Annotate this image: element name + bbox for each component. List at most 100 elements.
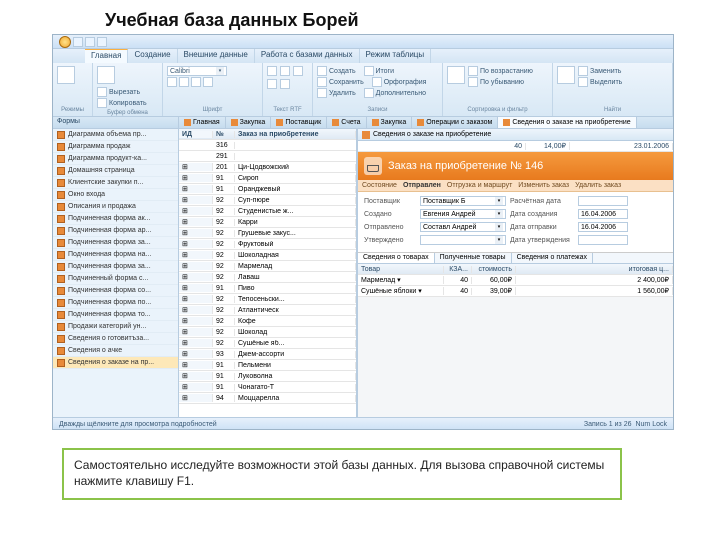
table-row[interactable]: ⊞91Оранджевый xyxy=(179,184,356,195)
underline-icon[interactable] xyxy=(191,77,201,87)
nav-item[interactable]: Подчиненный форма с... xyxy=(53,273,178,285)
tb-edit-button[interactable]: Изменить заказ xyxy=(518,182,569,189)
cut-icon[interactable] xyxy=(97,87,107,97)
nav-item[interactable]: Домашняя страница xyxy=(53,165,178,177)
nav-item[interactable]: Окно входа xyxy=(53,189,178,201)
ribbon-tab-external[interactable]: Внешние данные xyxy=(178,49,255,63)
table-row[interactable]: ⊞92Тепосеньски... xyxy=(179,294,356,305)
filter-icon[interactable] xyxy=(447,66,465,84)
italic-icon[interactable] xyxy=(179,77,189,87)
document-tab[interactable]: Операции с заказом xyxy=(412,117,498,128)
nav-item[interactable]: Подчиненная форма ак... xyxy=(53,213,178,225)
new-icon[interactable] xyxy=(317,66,327,76)
table-row[interactable]: ⊞92Мармелад xyxy=(179,261,356,272)
bullets-icon[interactable] xyxy=(280,79,290,89)
table-row[interactable]: ⊞92Шоколадная xyxy=(179,250,356,261)
table-row[interactable]: 291 xyxy=(179,151,356,162)
office-orb[interactable] xyxy=(59,36,71,48)
save-icon[interactable] xyxy=(317,77,327,87)
table-row[interactable]: ⊞92Лаваш xyxy=(179,272,356,283)
delete-icon[interactable] xyxy=(317,88,327,98)
nav-item[interactable]: Диаграмма продаж xyxy=(53,141,178,153)
dcreate-input[interactable]: 16.04.2006 xyxy=(578,209,628,219)
table-row[interactable]: ⊞92Суп-пюре xyxy=(179,195,356,206)
nav-header[interactable]: Формы xyxy=(53,117,178,129)
document-tab[interactable]: Закупка xyxy=(367,117,413,128)
sent-select[interactable]: Составл Андрей▾ xyxy=(420,222,506,232)
subtab-payments[interactable]: Сведения о платежах xyxy=(512,253,593,263)
nav-item[interactable]: Описания и продажа xyxy=(53,201,178,213)
nav-item[interactable]: Подчиненная форма за... xyxy=(53,237,178,249)
table-row[interactable]: ⊞201Ци-Цодвожский xyxy=(179,162,356,173)
view-icon[interactable] xyxy=(57,66,75,84)
nav-item[interactable]: Подчиненная форма на... xyxy=(53,249,178,261)
subtab-received[interactable]: Полученные товары xyxy=(435,253,512,263)
table-row[interactable]: ⊞91Пельмени xyxy=(179,360,356,371)
document-tab[interactable]: Поставщик xyxy=(271,117,327,128)
font-name-select[interactable]: Calibri▾ xyxy=(167,66,227,76)
more-icon[interactable] xyxy=(364,88,374,98)
copy-icon[interactable] xyxy=(97,98,107,108)
align-left-icon[interactable] xyxy=(267,66,277,76)
created-select[interactable]: Евгения Андрей▾ xyxy=(420,209,506,219)
tb-delete-button[interactable]: Удалить заказ xyxy=(575,182,621,189)
chevron-down-icon[interactable]: ▾ xyxy=(495,197,503,205)
document-tab[interactable]: Сведения о заказе на приобретение xyxy=(498,117,636,128)
list-item[interactable]: Мармелад ▾4060,00₽2 400,00₽ xyxy=(358,275,673,286)
table-row[interactable]: ⊞92Фруктовый xyxy=(179,239,356,250)
table-row[interactable]: ⊞94Моццарелла xyxy=(179,393,356,404)
table-row[interactable]: ⊞91Сироп xyxy=(179,173,356,184)
ribbon-tab-dbtools[interactable]: Работа с базами данных xyxy=(255,49,360,63)
replace-icon[interactable] xyxy=(578,66,588,76)
supplier-select[interactable]: Поставщик Б▾ xyxy=(420,196,506,206)
tb-shipping-button[interactable]: Отгрузка и маршрут xyxy=(447,182,512,189)
nav-item[interactable]: Подчиненная форма со... xyxy=(53,285,178,297)
record-navigator[interactable]: Запись 1 из 26 xyxy=(584,421,632,428)
dsent-input[interactable]: 16.04.2006 xyxy=(578,222,628,232)
nav-item[interactable]: Подчиненная форма по... xyxy=(53,297,178,309)
list-item[interactable]: Сушёные яблоки ▾4039,00₽1 560,00₽ xyxy=(358,286,673,297)
approved-select[interactable]: ▾ xyxy=(420,235,506,245)
table-row[interactable]: ⊞91Пиво xyxy=(179,283,356,294)
document-tab[interactable]: Закупка xyxy=(226,117,272,128)
sort-desc-icon[interactable] xyxy=(468,77,478,87)
document-tab[interactable]: Счета xyxy=(327,117,366,128)
nav-item[interactable]: Сведения о готовитъза... xyxy=(53,333,178,345)
products-subform[interactable]: Товар КЗА... стоимость итоговая ц... Мар… xyxy=(358,264,673,297)
table-row[interactable]: ⊞92Атлантическ xyxy=(179,305,356,316)
table-row[interactable]: ⊞93Джем-ассорти xyxy=(179,349,356,360)
table-row[interactable]: 316 xyxy=(179,140,356,151)
align-right-icon[interactable] xyxy=(293,66,303,76)
totals-icon[interactable] xyxy=(364,66,374,76)
due-date-input[interactable] xyxy=(578,196,628,206)
goto-icon[interactable] xyxy=(578,77,588,87)
qat-save-icon[interactable] xyxy=(73,37,83,47)
dappr-input[interactable] xyxy=(578,235,628,245)
nav-item[interactable]: Подчиненная форма за... xyxy=(53,261,178,273)
sort-asc-icon[interactable] xyxy=(468,66,478,76)
qat-redo-icon[interactable] xyxy=(97,37,107,47)
spelling-icon[interactable] xyxy=(372,77,382,87)
document-tab[interactable]: Главная xyxy=(179,117,226,128)
table-row[interactable]: ⊞91Луковолна xyxy=(179,371,356,382)
numbering-icon[interactable] xyxy=(267,79,277,89)
nav-item[interactable]: Сведения о заказе на пр... xyxy=(53,357,178,369)
nav-item[interactable]: Клиентские закупки п... xyxy=(53,177,178,189)
table-row[interactable]: ⊞92Кофе xyxy=(179,316,356,327)
table-row[interactable]: ⊞92Студенистые ж... xyxy=(179,206,356,217)
qat-undo-icon[interactable] xyxy=(85,37,95,47)
paste-icon[interactable] xyxy=(97,66,115,84)
table-row[interactable]: ⊞91Чонагато-Т xyxy=(179,382,356,393)
align-center-icon[interactable] xyxy=(280,66,290,76)
nav-item[interactable]: Диаграмма объема пр... xyxy=(53,129,178,141)
nav-item[interactable]: Диаграмма продукт-ка... xyxy=(53,153,178,165)
fontcolor-icon[interactable] xyxy=(203,77,213,87)
nav-item[interactable]: Подчиненная форма то... xyxy=(53,309,178,321)
datasheet-grid[interactable]: ИД № Заказ на приобретение 316291⊞201Ци-… xyxy=(179,129,357,417)
find-icon[interactable] xyxy=(557,66,575,84)
nav-item[interactable]: Подчиненная форма ар... xyxy=(53,225,178,237)
table-row[interactable]: ⊞92Карри xyxy=(179,217,356,228)
nav-item[interactable]: Продажи категорий ун... xyxy=(53,321,178,333)
table-row[interactable]: ⊞92Шоколад xyxy=(179,327,356,338)
ribbon-tab-home[interactable]: Главная xyxy=(85,49,128,63)
